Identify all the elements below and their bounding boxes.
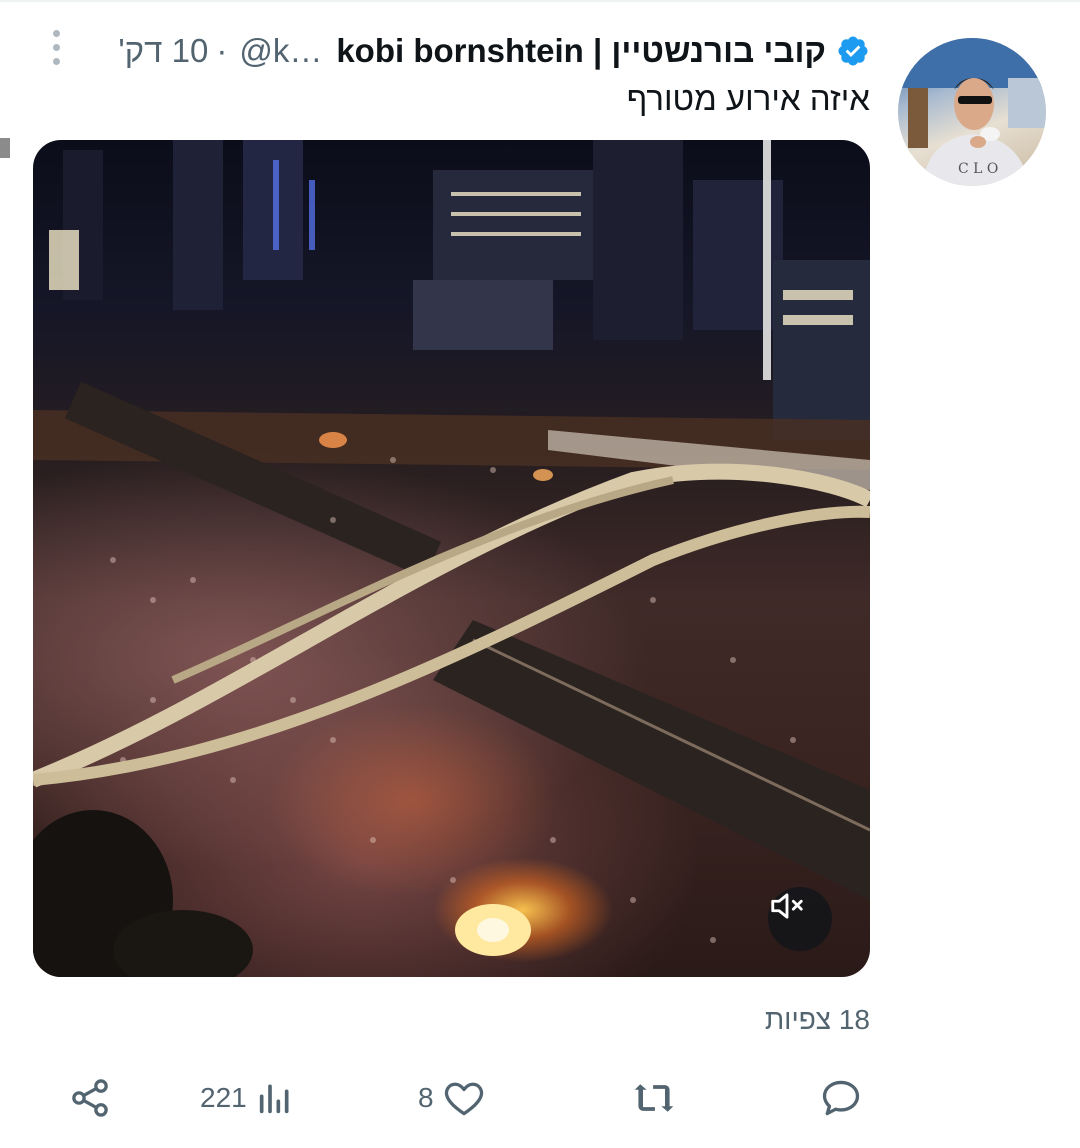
like-count: 8 xyxy=(418,1082,434,1113)
speaker-muted-icon xyxy=(771,893,803,919)
share-icon xyxy=(72,1079,108,1117)
analytics-icon xyxy=(259,1084,289,1114)
like-button[interactable]: 8 xyxy=(418,1068,486,1128)
heart-icon xyxy=(444,1082,483,1116)
user-handle[interactable]: @k… xyxy=(239,32,322,70)
video-player[interactable] xyxy=(33,140,870,977)
mute-toggle-button[interactable] xyxy=(768,887,832,951)
share-button[interactable] xyxy=(68,1068,112,1128)
avatar[interactable]: C L O xyxy=(898,38,1046,186)
action-bar: 221 8 xyxy=(60,1068,880,1128)
verified-badge-icon xyxy=(836,34,870,68)
more-options-icon[interactable] xyxy=(50,30,62,70)
separator-dot: · xyxy=(216,32,228,69)
reply-button[interactable] xyxy=(818,1068,872,1128)
view-count: 221 xyxy=(200,1082,247,1113)
display-name[interactable]: קובי בורנשטיין | kobi bornshtein xyxy=(336,32,826,70)
repost-button[interactable] xyxy=(630,1068,686,1128)
post-time[interactable]: 10 דק' xyxy=(118,32,208,70)
top-divider xyxy=(0,0,1080,2)
repost-icon xyxy=(634,1084,674,1112)
views-button[interactable]: 221 xyxy=(200,1068,295,1128)
svg-text:C L O: C L O xyxy=(958,161,998,177)
views-count: 18 צפיות xyxy=(764,1004,870,1035)
reply-icon xyxy=(822,1080,860,1116)
post-text: איזה אירוע מטורף xyxy=(626,80,870,117)
post-header: קובי בורנשטיין | kobi bornshtein @k… · 1… xyxy=(118,29,870,73)
scroll-indicator xyxy=(0,138,10,158)
